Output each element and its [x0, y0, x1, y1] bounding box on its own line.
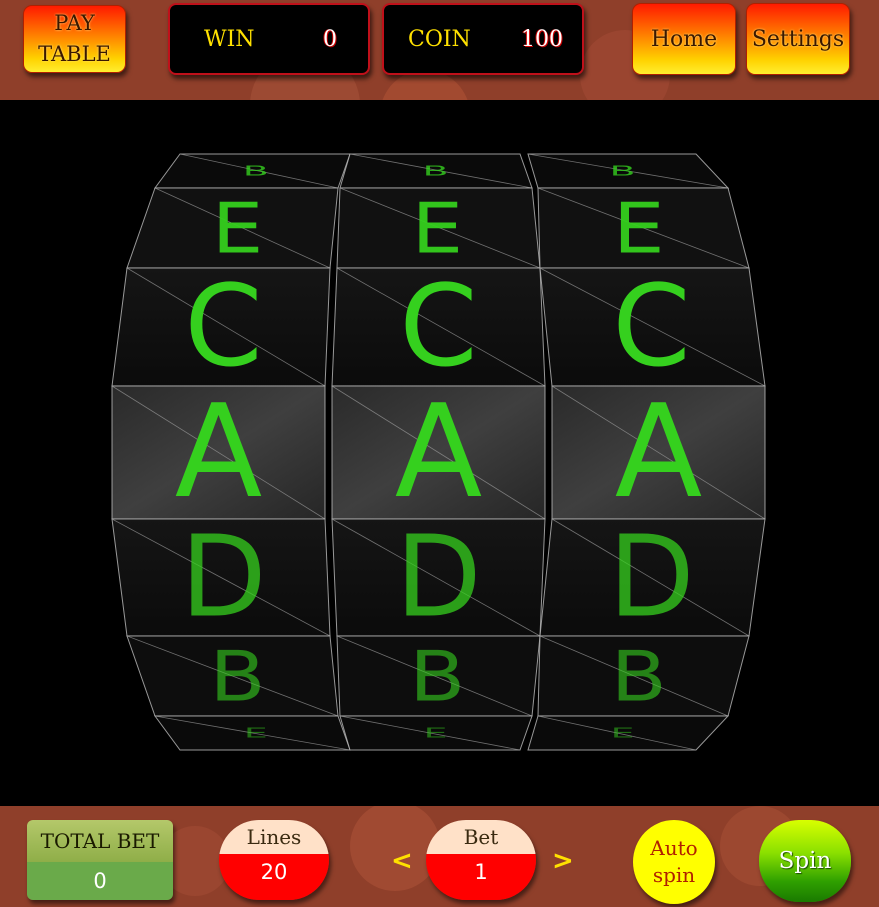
pay-table-label-line1: PAY: [54, 11, 95, 35]
coin-label: COIN: [408, 27, 471, 52]
lines-selector[interactable]: Lines 20: [219, 820, 329, 900]
total-bet-label: TOTAL BET: [27, 820, 173, 862]
reel-symbol: E: [423, 725, 447, 740]
reel-symbol: D: [395, 513, 481, 643]
reel-symbol: D: [608, 513, 694, 643]
win-value: 0: [323, 27, 337, 52]
coin-meter: COIN 100: [382, 3, 584, 75]
pay-table-label-line2: TABLE: [38, 42, 111, 66]
reel-symbol: B: [422, 163, 448, 178]
win-meter: WIN 0: [168, 3, 370, 75]
reel-symbol: A: [615, 378, 703, 527]
reel-symbol: D: [180, 513, 266, 643]
reel-area: BECADBEBECADBEBECADBE: [0, 100, 879, 806]
bet-label: Bet: [426, 820, 536, 854]
reel-symbol: B: [209, 635, 265, 717]
reel-symbol: E: [212, 187, 264, 269]
auto-spin-button[interactable]: Auto spin: [633, 820, 715, 904]
top-bar: PAY TABLE WIN 0 COIN 100 Home Settings: [0, 0, 879, 100]
bet-value: 1: [426, 854, 536, 900]
reel-column: BECADBE: [527, 153, 766, 751]
bet-increase-chevron-right-icon[interactable]: >: [552, 846, 574, 876]
settings-button[interactable]: Settings: [746, 3, 850, 75]
auto-spin-label-line1: Auto: [650, 836, 698, 860]
pay-table-button[interactable]: PAY TABLE: [23, 5, 126, 73]
reel-symbol: C: [399, 262, 477, 392]
coin-value: 100: [521, 27, 563, 52]
bet-decrease-chevron-left-icon[interactable]: <: [391, 846, 413, 876]
total-bet-value: 0: [27, 862, 173, 900]
spin-label: Spin: [778, 848, 832, 874]
home-label: Home: [650, 26, 718, 52]
reel-symbol: E: [411, 187, 463, 269]
reel-symbol: B: [409, 635, 465, 717]
reel-symbol: B: [609, 163, 635, 178]
reel-symbol: A: [175, 378, 263, 527]
total-bet-panel: TOTAL BET 0: [27, 820, 173, 900]
reel-symbol: C: [184, 262, 262, 392]
bet-selector[interactable]: Bet 1: [426, 820, 536, 900]
auto-spin-label-line2: spin: [652, 863, 696, 887]
reel-symbol: A: [395, 378, 483, 527]
reel-symbol: C: [612, 262, 690, 392]
reel-symbol: E: [610, 725, 634, 740]
reel-column: BECADBE: [331, 153, 546, 751]
home-button[interactable]: Home: [632, 3, 736, 75]
bottom-bar: TOTAL BET 0 Lines 20 < Bet 1 > Auto spin…: [0, 806, 879, 907]
lines-value: 20: [219, 854, 329, 900]
reel-column: BECADBE: [111, 153, 351, 751]
spin-button[interactable]: Spin: [759, 820, 851, 902]
lines-label: Lines: [219, 820, 329, 854]
reels-drawing: BECADBEBECADBEBECADBE: [111, 153, 766, 751]
reel-symbol: B: [243, 163, 269, 178]
reel-symbol: E: [244, 725, 268, 740]
reel-symbol: B: [611, 635, 667, 717]
reel-symbol: E: [613, 187, 665, 269]
settings-label: Settings: [751, 26, 845, 52]
win-label: WIN: [204, 27, 255, 52]
